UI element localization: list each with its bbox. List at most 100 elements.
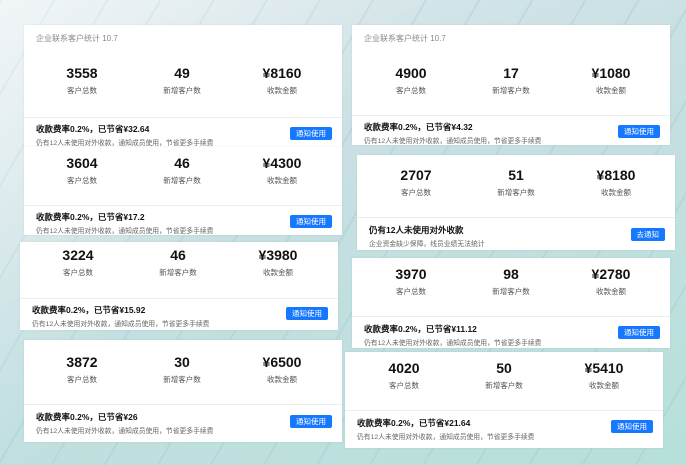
- divider: [24, 117, 342, 118]
- stat-amount: ¥8180 收款金额: [561, 167, 671, 198]
- notify-button[interactable]: 通知使用: [618, 125, 660, 138]
- notify-button[interactable]: 通知使用: [611, 420, 653, 433]
- amount-label: 收款金额: [267, 176, 297, 185]
- stats-card-2: 3604 客户总数 46 新增客户数 ¥4300 收款金额 收款费率0.2%，已…: [24, 147, 342, 235]
- stat-new: 51 新增客户数: [461, 167, 571, 198]
- stat-total: 3558 客户总数: [27, 65, 137, 96]
- stat-total: 4020 客户总数: [349, 360, 459, 391]
- total-value: 3970: [395, 266, 427, 282]
- stat-total: 4900 客户总数: [356, 65, 466, 96]
- new-label: 新增客户数: [163, 375, 201, 384]
- amount-value: ¥8160: [262, 65, 302, 81]
- amount-value: ¥4300: [262, 155, 302, 171]
- reminder-text: 仍有12人未使用对外收款，通知成员使用，节省更多手续费: [36, 228, 214, 235]
- savings-text: 收款费率0.2%，已节省¥17.2: [36, 212, 145, 222]
- stats-card-7: 3970 客户总数 98 新增客户数 ¥2780 收款金额 收款费率0.2%，已…: [352, 258, 670, 348]
- total-value: 2707: [400, 167, 432, 183]
- notify-button[interactable]: 通知使用: [290, 127, 332, 140]
- go-notify-button[interactable]: 去通知: [630, 228, 665, 241]
- reminder-text: 仍有12人未使用对外收款，通知成员使用，节省更多手续费: [357, 434, 535, 441]
- new-label: 新增客户数: [485, 381, 523, 390]
- stats-card-6: 2707 客户总数 51 新增客户数 ¥8180 收款金额 仍有12人未使用对外…: [357, 155, 675, 250]
- notify-button[interactable]: 通知使用: [286, 307, 328, 320]
- total-value: 3558: [66, 65, 98, 81]
- divider: [24, 205, 342, 206]
- stat-amount: ¥8160 收款金额: [227, 65, 337, 96]
- savings-info: 收款费率0.2%，已节省¥4.32 仍有12人未使用对外收款，通知成员使用，节省…: [364, 121, 541, 145]
- stat-new: 46 新增客户数: [123, 247, 233, 278]
- new-value: 98: [503, 266, 519, 282]
- new-value: 46: [174, 155, 190, 171]
- savings-info: 收款费率0.2%，已节省¥26 仍有12人未使用对外收款，通知成员使用，节省更多…: [36, 411, 213, 435]
- notify-button[interactable]: 通知使用: [290, 415, 332, 428]
- savings-info: 收款费率0.2%，已节省¥21.64 仍有12人未使用对外收款，通知成员使用，节…: [357, 417, 534, 441]
- reminder-text: 仍有12人未使用对外收款，通知成员使用，节省更多手续费: [364, 340, 542, 347]
- amount-label: 收款金额: [596, 287, 626, 296]
- reminder-text: 仍有12人未使用对外收款，通知成员使用，节省更多手续费: [32, 321, 210, 328]
- stats-card-8: 4020 客户总数 50 新增客户数 ¥5410 收款金额 收款费率0.2%，已…: [345, 352, 663, 448]
- new-label: 新增客户数: [163, 176, 201, 185]
- stat-amount: ¥6500 收款金额: [227, 354, 337, 385]
- stat-new: 30 新增客户数: [127, 354, 237, 385]
- reminder-title: 仍有12人未使用对外收款: [369, 225, 464, 235]
- total-value: 3604: [66, 155, 98, 171]
- notify-button[interactable]: 通知使用: [290, 215, 332, 228]
- total-value: 3224: [62, 247, 94, 263]
- stat-amount: ¥3980 收款金额: [223, 247, 333, 278]
- amount-label: 收款金额: [601, 188, 631, 197]
- stat-total: 3970 客户总数: [356, 266, 466, 297]
- amount-value: ¥2780: [591, 266, 631, 282]
- total-label: 客户总数: [396, 86, 426, 95]
- notify-button[interactable]: 通知使用: [618, 326, 660, 339]
- new-label: 新增客户数: [492, 287, 530, 296]
- reminder-text: 仍有12人未使用对外收款，通知成员使用，节省更多手续费: [364, 138, 542, 145]
- divider: [352, 316, 670, 317]
- total-value: 3872: [66, 354, 98, 370]
- new-value: 17: [503, 65, 519, 81]
- divider: [24, 404, 342, 405]
- stat-total: 3872 客户总数: [27, 354, 137, 385]
- divider: [345, 410, 663, 411]
- savings-text: 收款费率0.2%，已节省¥26: [36, 412, 138, 422]
- reminder-text: 仍有12人未使用对外收款，通知成员使用，节省更多手续费: [36, 428, 214, 435]
- stat-new: 17 新增客户数: [456, 65, 566, 96]
- stats-card-4: 3872 客户总数 30 新增客户数 ¥6500 收款金额 收款费率0.2%，已…: [24, 340, 342, 442]
- amount-label: 收款金额: [263, 268, 293, 277]
- savings-text: 收款费率0.2%，已节省¥11.12: [364, 324, 477, 334]
- total-label: 客户总数: [396, 287, 426, 296]
- stats-card-1: 企业联系客户统计 10.7 3558 客户总数 49 新增客户数 ¥8160 收…: [24, 25, 342, 147]
- amount-value: ¥3980: [258, 247, 298, 263]
- amount-value: ¥5410: [584, 360, 624, 376]
- savings-info: 收款费率0.2%，已节省¥11.12 仍有12人未使用对外收款，通知成员使用，节…: [364, 323, 541, 347]
- stat-new: 49 新增客户数: [127, 65, 237, 96]
- stat-new: 46 新增客户数: [127, 155, 237, 186]
- stat-total: 3604 客户总数: [27, 155, 137, 186]
- amount-label: 收款金额: [596, 86, 626, 95]
- new-value: 46: [170, 247, 186, 263]
- savings-text: 收款费率0.2%，已节省¥32.64: [36, 124, 150, 134]
- total-value: 4900: [395, 65, 427, 81]
- total-value: 4020: [388, 360, 420, 376]
- new-label: 新增客户数: [159, 268, 197, 277]
- amount-label: 收款金额: [589, 381, 619, 390]
- savings-text: 收款费率0.2%，已节省¥4.32: [364, 122, 473, 132]
- reminder-text: 仍有12人未使用对外收款，通知成员使用，节省更多手续费: [36, 140, 214, 147]
- savings-info: 收款费率0.2%，已节省¥32.64 仍有12人未使用对外收款，通知成员使用，节…: [36, 123, 213, 147]
- new-value: 50: [496, 360, 512, 376]
- stat-amount: ¥2780 收款金额: [556, 266, 666, 297]
- new-value: 30: [174, 354, 190, 370]
- reminder-detail: 企业资金缺少保障，线员业绩无法统计: [369, 241, 485, 248]
- total-label: 客户总数: [401, 188, 431, 197]
- stat-total: 2707 客户总数: [361, 167, 471, 198]
- new-label: 新增客户数: [492, 86, 530, 95]
- stat-amount: ¥5410 收款金额: [549, 360, 659, 391]
- amount-value: ¥1080: [591, 65, 631, 81]
- stat-total: 3224 客户总数: [23, 247, 133, 278]
- total-label: 客户总数: [67, 176, 97, 185]
- new-label: 新增客户数: [497, 188, 535, 197]
- divider: [352, 115, 670, 116]
- new-label: 新增客户数: [163, 86, 201, 95]
- card-caption: 企业联系客户统计 10.7: [364, 34, 446, 43]
- total-label: 客户总数: [67, 375, 97, 384]
- stat-new: 98 新增客户数: [456, 266, 566, 297]
